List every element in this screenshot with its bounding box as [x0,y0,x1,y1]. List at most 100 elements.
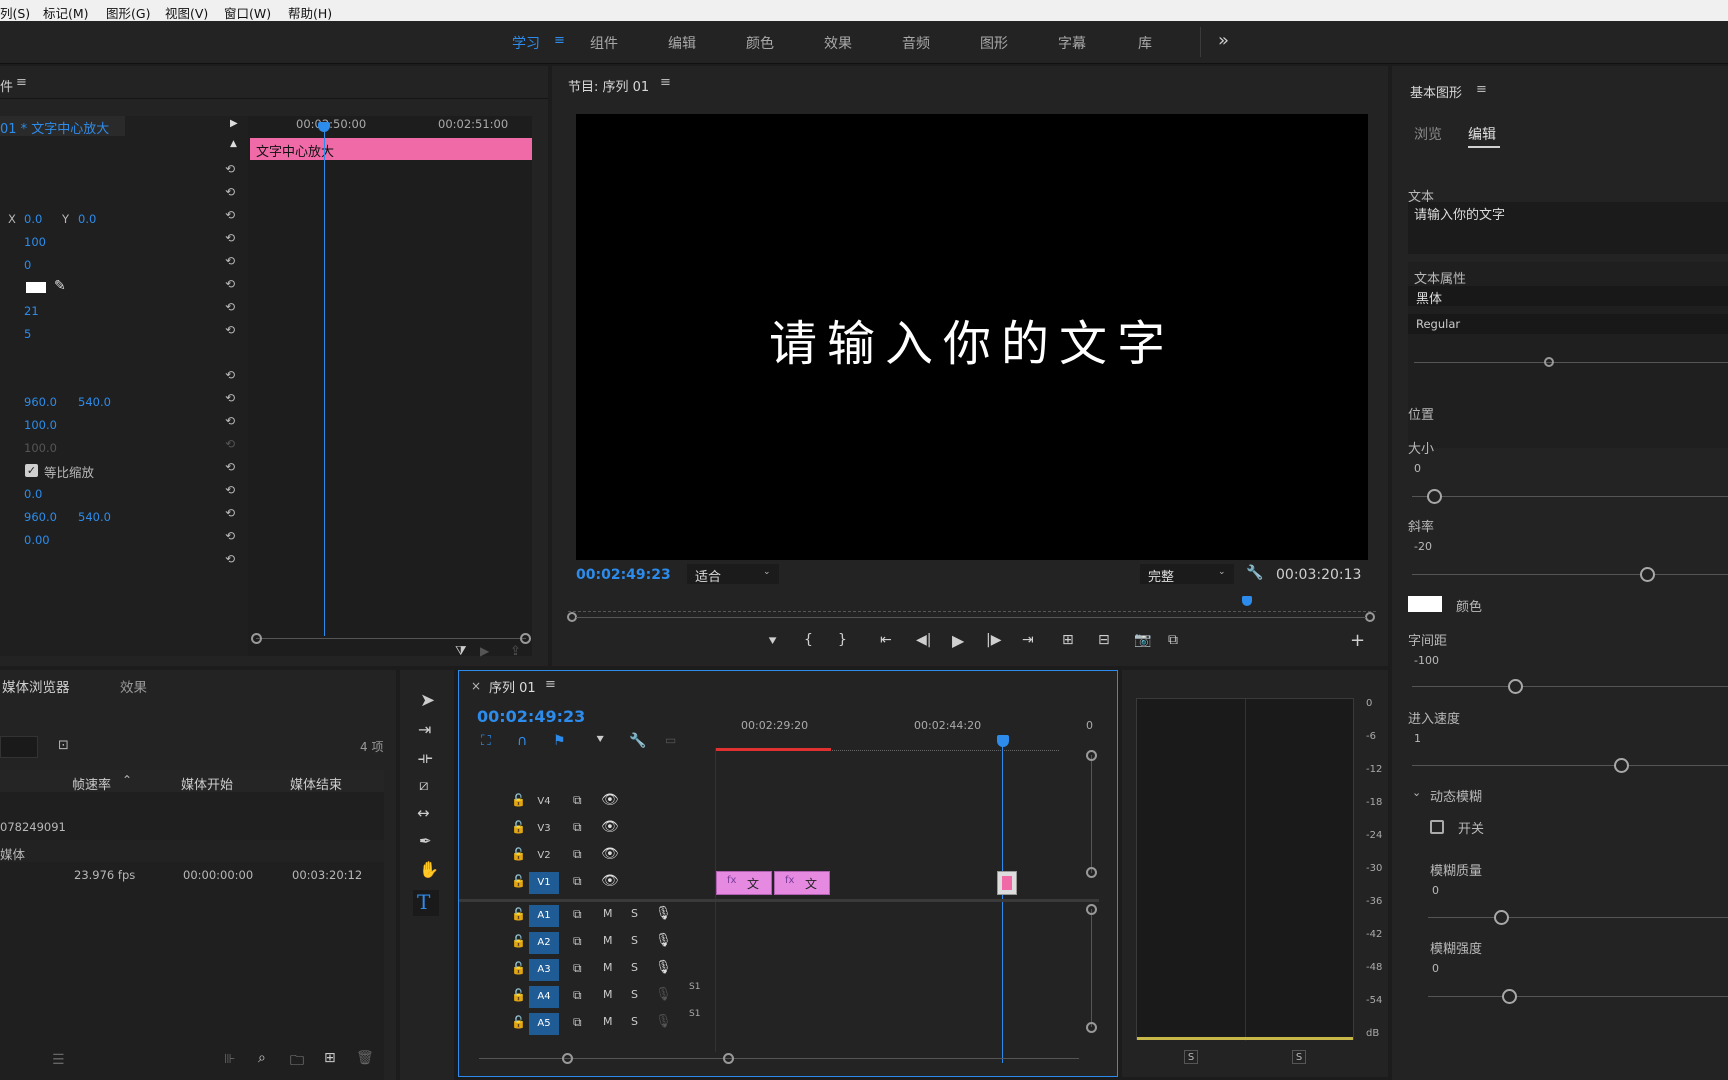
sync-lock-icon[interactable]: ⧉ [573,961,582,976]
scroll-handle-right[interactable] [520,633,531,644]
reset-icon[interactable]: ⟲ [225,162,239,176]
tracking-slider-knob[interactable] [1508,679,1523,694]
track-target-label[interactable]: A4 [529,986,559,1008]
workspace-graphics[interactable]: 图形 [980,33,1008,53]
timeline-timecode[interactable]: 00:02:49:23 [477,707,585,726]
collapse-up-icon[interactable]: ▲ [230,139,237,149]
slip-tool-icon[interactable]: ↔ [417,804,430,822]
font-size-slider-knob[interactable] [1544,357,1554,367]
track-target-label[interactable]: V2 [529,845,559,867]
panel-menu-icon[interactable]: ≡ [1476,82,1487,97]
reset-icon[interactable]: ⟲ [225,185,239,199]
tab-effects[interactable]: 效果 [120,676,147,696]
track-target-label[interactable]: V1 [529,872,559,894]
eyedropper-icon[interactable]: ✎ [54,278,66,294]
microphone-icon[interactable]: 🎙 [655,933,672,948]
eye-icon[interactable]: 👁 [601,873,619,889]
eye-icon[interactable]: 👁 [601,792,619,808]
list-item[interactable]: 23.976 fps 00:00:00:00 00:03:20:12 [0,864,384,886]
y-value[interactable]: 0.0 [78,212,96,226]
solo-button[interactable]: S [631,961,638,974]
timeline-playhead-handle[interactable] [997,735,1009,747]
lock-icon[interactable]: 🔓 [511,1015,526,1029]
x-value[interactable]: 0.0 [24,212,42,226]
reset-icon[interactable]: ⟲ [225,208,239,222]
overlay-title-text[interactable]: 请输入你的文字 [576,304,1368,374]
lock-icon[interactable]: 🔓 [511,793,526,807]
scroll-handle-left[interactable] [251,633,262,644]
reset-icon[interactable]: ⟲ [225,460,239,474]
mute-button[interactable]: M [603,1015,613,1028]
delete-icon[interactable]: 🗑 [356,1050,374,1066]
more-workspaces-icon[interactable]: » [1218,30,1229,51]
step-back-icon[interactable]: ◀| [916,632,931,648]
fit-dropdown[interactable]: 适合 ⌄ [687,564,779,585]
mute-button[interactable]: M [603,907,613,920]
reset-icon[interactable]: ⟲ [225,483,239,497]
reset-icon[interactable]: ⟲ [225,254,239,268]
scroll-handle[interactable] [562,1053,573,1064]
tab-browse[interactable]: 浏览 [1414,124,1442,144]
program-timecode[interactable]: 00:02:49:23 [576,567,671,583]
motion-blur-checkbox[interactable] [1430,820,1444,834]
menu-item-graphics[interactable]: 图形(G) [106,3,150,22]
track-select-tool-icon[interactable]: ⇥ [418,720,431,739]
color-swatch[interactable] [1408,596,1442,612]
sync-lock-icon[interactable]: ⧉ [573,907,582,922]
mute-button[interactable]: M [603,961,613,974]
reset-icon[interactable]: ⟲ [225,300,239,314]
col-media-end[interactable]: 媒体结束 [290,774,342,793]
reset-icon[interactable]: ⟲ [225,277,239,291]
lift-icon[interactable]: ⊞ [1062,632,1074,648]
menu-item-sequence[interactable]: 列(S) [0,3,30,22]
reset-icon[interactable]: ⟲ [225,323,239,337]
timeline-clip[interactable]: 文 fx [774,871,830,895]
anchor-y[interactable]: 540.0 [78,510,111,524]
program-playhead[interactable] [1242,596,1252,606]
value-100[interactable]: 100 [24,235,46,249]
value-5[interactable]: 5 [24,327,31,341]
lock-icon[interactable]: 🔓 [511,961,526,975]
track-target-label[interactable]: A5 [529,1013,559,1035]
col-media-start[interactable]: 媒体开始 [181,774,233,793]
blur-quality-slider-knob[interactable] [1494,910,1509,925]
font-dropdown[interactable]: 黑体 [1408,286,1728,307]
solo-left-button[interactable]: S [1184,1050,1198,1064]
workspace-learn[interactable]: 学习 [512,33,540,53]
mute-button[interactable]: M [603,934,613,947]
essential-graphics-title[interactable]: 基本图形 [1410,82,1462,101]
extract-icon[interactable]: ⊟ [1098,632,1110,648]
tab-media-browser[interactable]: 媒体浏览器 [2,676,70,696]
reset-icon[interactable]: ⟲ [225,391,239,405]
mute-button[interactable]: M [603,988,613,1001]
solo-button[interactable]: S [631,1015,638,1028]
lock-icon[interactable]: 🔓 [511,934,526,948]
track-target-label[interactable]: A3 [529,959,559,981]
search-input[interactable] [0,736,38,758]
reset-icon[interactable]: ⟲ [225,529,239,543]
track-target-label[interactable]: A2 [529,932,559,954]
slope-slider-knob[interactable] [1640,567,1655,582]
type-tool-icon[interactable]: T [417,890,430,914]
ripple-edit-tool-icon[interactable]: ⟛ [418,748,433,768]
sync-lock-icon[interactable]: ⧉ [573,1015,582,1030]
panel-menu-icon[interactable]: ≡ [545,677,556,692]
mark-out-icon[interactable]: } [838,632,847,648]
razor-tool-icon[interactable]: ⧄ [419,776,429,794]
comparison-view-icon[interactable]: ⧉ [1168,632,1178,648]
workspace-libraries[interactable]: 库 [1138,33,1152,53]
hamburger-menu-icon[interactable]: ≡ [554,33,565,48]
rotation-value[interactable]: 0.0 [24,487,42,501]
filter-icon[interactable]: ⧩ [455,644,467,659]
font-style-dropdown[interactable]: Regular [1408,314,1728,334]
selection-tool-icon[interactable]: ➤ [420,690,435,711]
audio-track-header[interactable]: 🔓 A1 ⧉ M S 🎙 [459,903,715,929]
workspace-effects[interactable]: 效果 [824,33,852,53]
program-video-frame[interactable]: 请输入你的文字 [576,114,1368,560]
sync-lock-icon[interactable]: ⧉ [573,934,582,949]
pen-tool-icon[interactable]: ✒ [419,832,432,850]
reset-icon[interactable]: ⟲ [225,414,239,428]
close-icon[interactable]: × [471,679,481,693]
quality-dropdown[interactable]: 完整 ⌄ [1140,564,1234,585]
folder-icon[interactable]: ⊡ [58,738,69,753]
